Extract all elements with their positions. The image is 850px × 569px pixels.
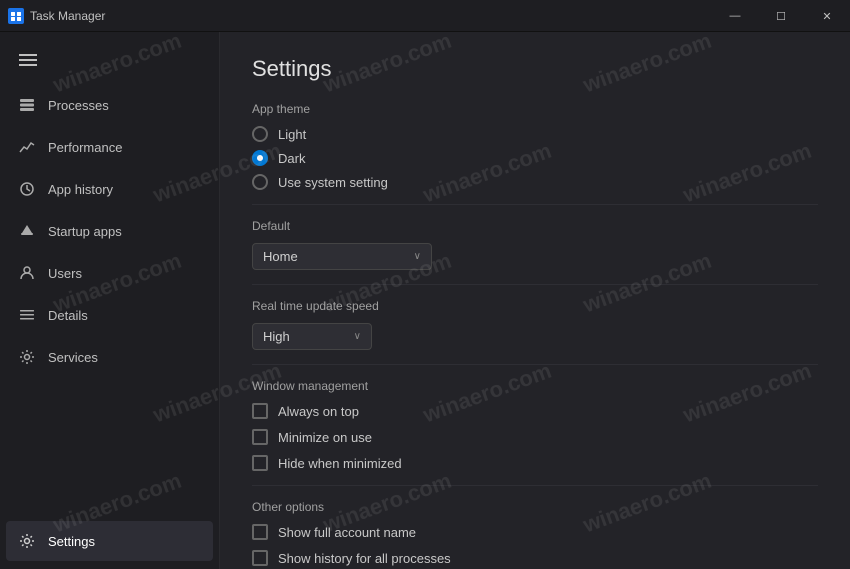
checkbox-box-hide-when-minimized: [252, 455, 268, 471]
checkbox-label-show-full-account: Show full account name: [278, 525, 416, 540]
checkbox-show-history[interactable]: Show history for all processes: [252, 550, 818, 566]
default-value: Home: [263, 249, 298, 264]
checkbox-label-hide-when-minimized: Hide when minimized: [278, 456, 402, 471]
users-icon: [18, 264, 36, 282]
sidebar-app-history-label: App history: [48, 182, 113, 197]
radio-circle-light: [252, 126, 268, 142]
sidebar-item-details[interactable]: Details: [6, 295, 213, 335]
checkbox-label-show-history: Show history for all processes: [278, 551, 451, 566]
other-options-label: Other options: [252, 500, 818, 514]
processes-icon: [18, 96, 36, 114]
divider-4: [252, 485, 818, 486]
maximize-button[interactable]: ☐: [758, 0, 804, 32]
sidebar-item-performance[interactable]: Performance: [6, 127, 213, 167]
details-icon: [18, 306, 36, 324]
sidebar-item-services[interactable]: Services: [6, 337, 213, 377]
default-label: Default: [252, 219, 818, 233]
services-icon: [18, 348, 36, 366]
divider-1: [252, 204, 818, 205]
sidebar-item-processes[interactable]: Processes: [6, 85, 213, 125]
radio-circle-system: [252, 174, 268, 190]
sidebar-services-label: Services: [48, 350, 98, 365]
radio-dark-label: Dark: [278, 151, 305, 166]
sidebar: Processes Performance App history: [0, 32, 220, 569]
app-icon: [8, 8, 24, 24]
titlebar-title: Task Manager: [30, 9, 105, 23]
window-mgmt-group: Always on top Minimize on use Hide when …: [252, 403, 818, 471]
radio-light-label: Light: [278, 127, 306, 142]
radio-circle-dark: [252, 150, 268, 166]
checkbox-minimize-on-use[interactable]: Minimize on use: [252, 429, 818, 445]
checkbox-box-show-history: [252, 550, 268, 566]
realtime-dropdown-arrow: ∨: [354, 331, 361, 342]
app-container: Processes Performance App history: [0, 32, 850, 569]
sidebar-users-label: Users: [48, 266, 82, 281]
checkbox-box-always-on-top: [252, 403, 268, 419]
realtime-value: High: [263, 329, 290, 344]
checkbox-always-on-top[interactable]: Always on top: [252, 403, 818, 419]
checkbox-box-minimize-on-use: [252, 429, 268, 445]
sidebar-details-label: Details: [48, 308, 88, 323]
app-theme-radio-group: Light Dark Use system setting: [252, 126, 818, 190]
checkbox-hide-when-minimized[interactable]: Hide when minimized: [252, 455, 818, 471]
sidebar-item-app-history[interactable]: App history: [6, 169, 213, 209]
hamburger-icon: [19, 59, 37, 61]
window-mgmt-label: Window management: [252, 379, 818, 393]
page-title: Settings: [252, 56, 818, 82]
close-button[interactable]: ✕: [804, 0, 850, 32]
realtime-dropdown[interactable]: High ∨: [252, 323, 372, 350]
titlebar: Task Manager — ☐ ✕: [0, 0, 850, 32]
app-history-icon: [18, 180, 36, 198]
sidebar-settings-label: Settings: [48, 534, 95, 549]
radio-system-label: Use system setting: [278, 175, 388, 190]
sidebar-item-settings[interactable]: Settings: [6, 521, 213, 561]
startup-icon: [18, 222, 36, 240]
app-theme-label: App theme: [252, 102, 818, 116]
radio-system[interactable]: Use system setting: [252, 174, 818, 190]
sidebar-performance-label: Performance: [48, 140, 122, 155]
sidebar-startup-label: Startup apps: [48, 224, 122, 239]
sidebar-item-users[interactable]: Users: [6, 253, 213, 293]
checkbox-label-always-on-top: Always on top: [278, 404, 359, 419]
realtime-label: Real time update speed: [252, 299, 818, 313]
checkbox-box-show-full-account: [252, 524, 268, 540]
sidebar-processes-label: Processes: [48, 98, 109, 113]
radio-light[interactable]: Light: [252, 126, 818, 142]
main-content: Settings App theme Light Dark Use system…: [220, 32, 850, 569]
other-options-group: Show full account name Show history for …: [252, 524, 818, 566]
minimize-button[interactable]: —: [712, 0, 758, 32]
radio-dark[interactable]: Dark: [252, 150, 818, 166]
divider-3: [252, 364, 818, 365]
sidebar-item-startup[interactable]: Startup apps: [6, 211, 213, 251]
hamburger-button[interactable]: [8, 40, 48, 80]
default-dropdown-arrow: ∨: [414, 251, 421, 262]
divider-2: [252, 284, 818, 285]
checkbox-label-minimize-on-use: Minimize on use: [278, 430, 372, 445]
default-dropdown[interactable]: Home ∨: [252, 243, 432, 270]
checkbox-show-full-account[interactable]: Show full account name: [252, 524, 818, 540]
settings-icon: [18, 532, 36, 550]
window-controls: — ☐ ✕: [712, 0, 850, 32]
performance-icon: [18, 138, 36, 156]
